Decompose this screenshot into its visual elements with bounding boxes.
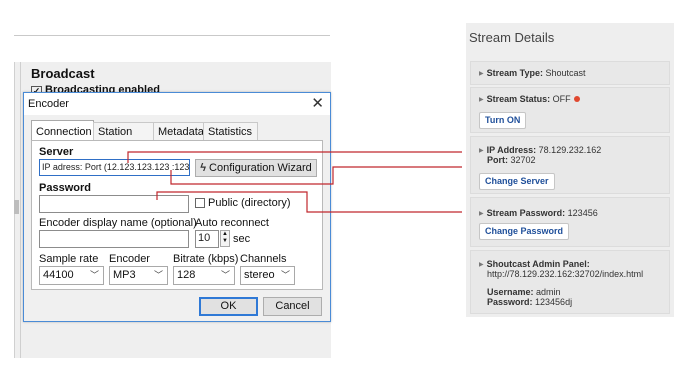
server-to-ip-connector	[127, 151, 462, 163]
server-to-port-connector	[170, 166, 462, 185]
connector-lines	[127, 151, 462, 213]
password-to-stream-password-connector	[156, 191, 462, 213]
